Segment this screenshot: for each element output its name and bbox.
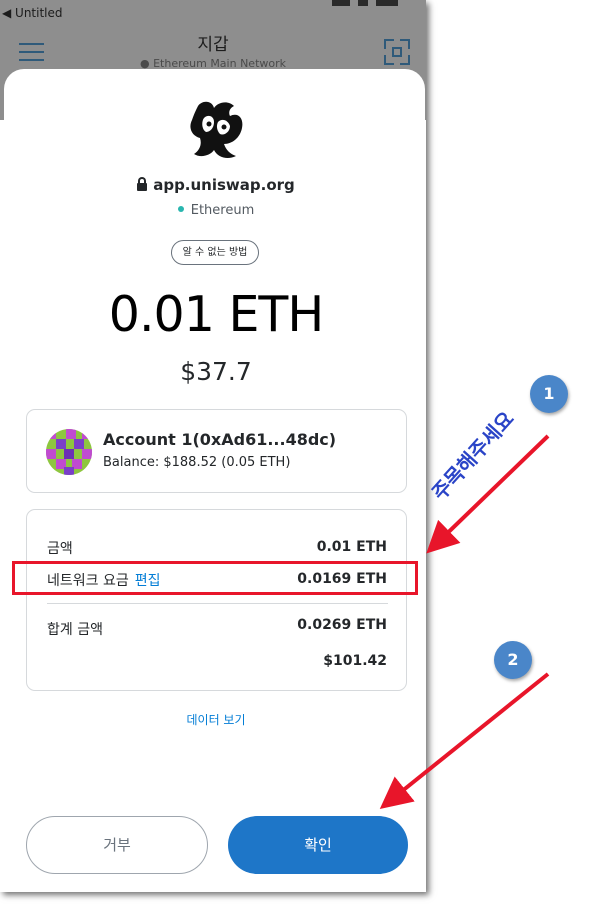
- phone-screen: ◀ Untitled 지갑 ● Ethereum Main Network ap…: [0, 0, 426, 892]
- view-data-link[interactable]: 데이터 보기: [0, 711, 426, 728]
- status-icons: [332, 0, 412, 8]
- wallet-title: 지갑: [197, 35, 229, 55]
- total-fiat-value: $101.42: [323, 653, 387, 669]
- network-indicator: Ethereum: [0, 203, 426, 218]
- total-value: 0.0269 ETH: [297, 617, 387, 633]
- confirm-button[interactable]: 확인: [228, 816, 408, 874]
- site-url: app.uniswap.org: [153, 176, 295, 194]
- network-dot-icon: [177, 206, 184, 212]
- unknown-method-pill[interactable]: 알 수 없는 방법: [171, 240, 259, 265]
- amount-label: 금액: [47, 541, 73, 557]
- account-avatar: [46, 429, 92, 475]
- site-origin: app.uniswap.org: [0, 176, 426, 194]
- summary-divider: [47, 603, 388, 604]
- network-fee-highlight-box: [12, 561, 418, 595]
- status-back-label[interactable]: ◀ Untitled: [2, 6, 63, 20]
- amount-value: 0.01 ETH: [316, 539, 387, 555]
- account-card[interactable]: Account 1(0xAd61...48dc) Balance: $188.5…: [26, 409, 407, 493]
- transaction-fiat-amount: $37.7: [180, 357, 252, 386]
- total-label: 합계 금액: [47, 622, 103, 638]
- network-name: Ethereum: [190, 203, 255, 218]
- lock-icon: [137, 177, 148, 191]
- attention-note: 주목해주세요: [426, 406, 519, 505]
- account-name: Account 1(0xAd61...48dc): [103, 430, 337, 449]
- qr-scan-icon[interactable]: [384, 39, 410, 65]
- transaction-summary: 금액 0.01 ETH 네트워크 요금 편집 0.0169 ETH 합계 금액 0…: [26, 509, 407, 691]
- uniswap-unicorn-logo: [190, 101, 243, 158]
- reject-button[interactable]: 거부: [26, 816, 208, 874]
- step-badge-1: 1: [530, 375, 568, 413]
- account-balance: Balance: $188.52 (0.05 ETH): [103, 455, 291, 470]
- transaction-amount: 0.01 ETH: [108, 286, 324, 343]
- step-badge-2: 2: [494, 641, 532, 679]
